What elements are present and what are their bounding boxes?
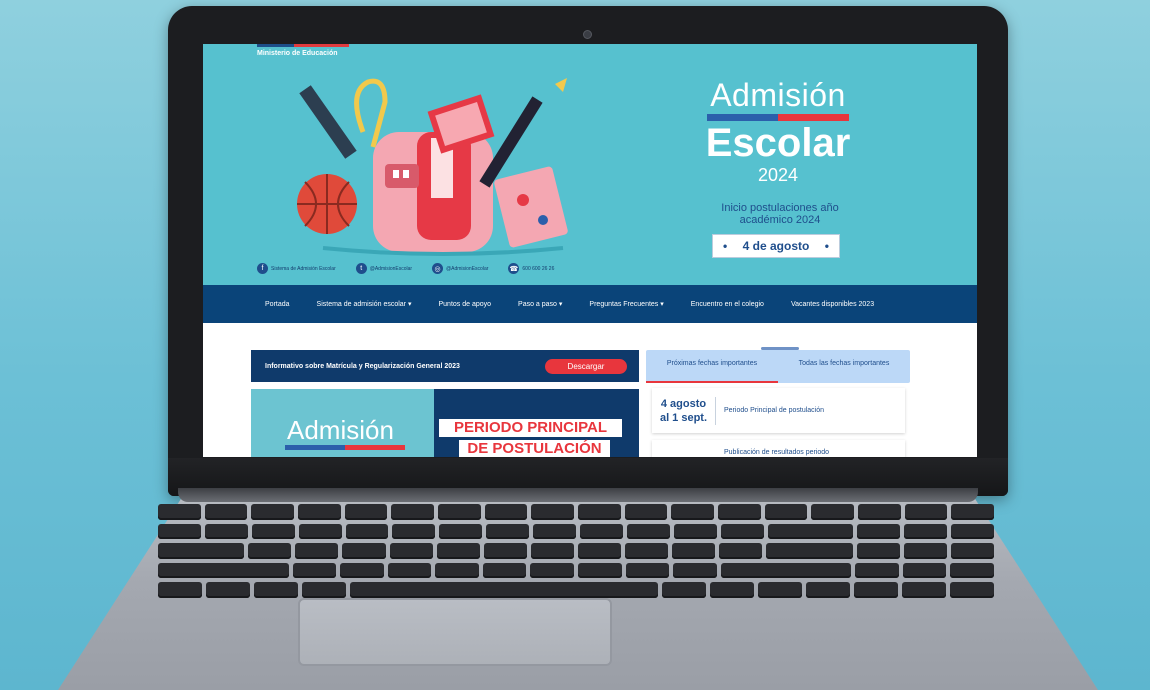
laptop-screen: Ministerio de Educación Admisión Escolar… (203, 44, 977, 457)
info-bar-text: Informativo sobre Matrícula y Regulariza… (265, 362, 460, 370)
tab-todas-fechas[interactable]: Todas las fechas importantes (778, 350, 910, 383)
event-card[interactable]: Publicación de resultados periodo (652, 440, 905, 457)
phone-icon: ☎ (508, 263, 520, 274)
pill-bullet-left: • (723, 239, 728, 253)
ministry-label: Ministerio de Educación (257, 50, 338, 57)
social-label: 600 600 26 26 (522, 265, 555, 272)
brand-year: 2024 (757, 165, 799, 185)
brand-flag-bar (707, 114, 849, 121)
start-date-pill: • 4 de agosto • (713, 235, 839, 257)
event-date: 4 agosto al 1 sept. (652, 396, 716, 425)
event-description: Publicación de resultados periodo (724, 449, 830, 456)
banner-headline-line2: DE POSTULACIÓN (459, 440, 610, 457)
pill-bullet-right: • (824, 239, 829, 253)
hero-banner: Ministerio de Educación Admisión Escolar… (203, 44, 977, 285)
nav-item-encuentro-colegio[interactable]: Encuentro en el colegio (691, 301, 764, 308)
postulacion-banner[interactable]: Admisión PERIODO PRINCIPAL DE POSTULACIÓ… (251, 389, 639, 457)
banner-admision-title: Admisión (287, 415, 394, 445)
social-link-twitter[interactable]: t @AdmisionEscolar (355, 263, 413, 274)
school-supplies-illustration (297, 78, 568, 256)
web-page: Ministerio de Educación Admisión Escolar… (203, 44, 977, 457)
nav-item-vacantes[interactable]: Vacantes disponibles 2023 (791, 301, 874, 308)
nav-item-preguntas-frecuentes[interactable]: Preguntas Frecuentes ▾ (589, 300, 663, 308)
nav-item-sistema-admision[interactable]: Sistema de admisión escolar ▾ (317, 300, 412, 308)
social-label: @AdmisionEscolar (446, 265, 489, 272)
instagram-icon: ◎ (432, 263, 444, 274)
social-label: @AdmisionEscolar (369, 265, 413, 272)
tab-proximas-fechas[interactable]: Próximas fechas importantes (646, 350, 778, 383)
facebook-icon: f (257, 263, 268, 274)
download-button[interactable]: Descargar (545, 358, 627, 374)
nav-item-portada[interactable]: Portada (265, 301, 290, 308)
main-nav: Portada Sistema de admisión escolar ▾ Pu… (203, 285, 977, 323)
nav-item-puntos-apoyo[interactable]: Puntos de apoyo (438, 301, 491, 308)
banner-headline-line1: PERIODO PRINCIPAL (439, 419, 622, 437)
trackpad[interactable] (298, 598, 612, 666)
brand-subtitle: Escolar (705, 121, 851, 165)
pill-date: 4 de agosto (742, 239, 810, 253)
banner-flag-bar (285, 445, 405, 450)
hero-tagline: Inicio postulaciones año académico 2024 (721, 202, 839, 226)
twitter-icon: t (355, 263, 367, 274)
dates-tabs: Próximas fechas importantes Todas las fe… (646, 347, 910, 383)
ministry-flag-bar (257, 44, 349, 47)
social-link-facebook[interactable]: f Sistema de Admisión Escolar (257, 263, 336, 274)
social-links: f Sistema de Admisión Escolar t @Admisio… (257, 263, 554, 274)
social-link-phone[interactable]: ☎ 600 600 26 26 (508, 263, 554, 274)
admision-escolar-logo: Admisión Escolar 2024 (703, 78, 853, 186)
nav-item-paso-a-paso[interactable]: Paso a paso ▾ (518, 300, 562, 308)
social-link-instagram[interactable]: ◎ @AdmisionEscolar (432, 263, 488, 274)
keyboard (128, 500, 1024, 602)
event-card[interactable]: 4 agosto al 1 sept. Periodo Principal de … (652, 388, 905, 433)
event-description: Periodo Principal de postulación (724, 407, 825, 414)
brand-title: Admisión (710, 77, 846, 113)
laptop-base (0, 488, 1150, 690)
info-bar: Informativo sobre Matrícula y Regulariza… (251, 350, 639, 382)
social-label: Sistema de Admisión Escolar (271, 265, 336, 272)
webcam-icon (583, 30, 592, 39)
